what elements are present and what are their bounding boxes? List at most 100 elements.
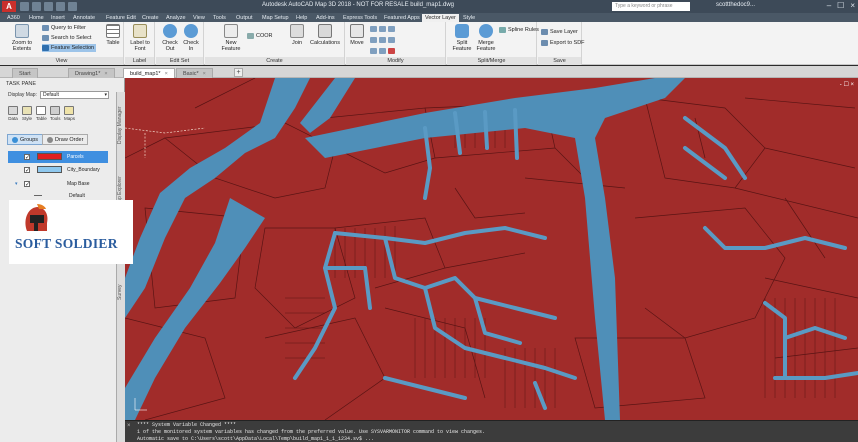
label-font-button[interactable]: Label to Font — [130, 24, 150, 52]
maps-tool[interactable]: Maps — [64, 106, 75, 121]
export-sdf-button[interactable]: Export to SDF — [541, 39, 585, 47]
doc-tab-basic[interactable]: Basic* × — [176, 68, 213, 78]
tools-tool[interactable]: Tools — [50, 106, 61, 121]
style-tool[interactable]: Style — [22, 106, 32, 121]
tab-analyze[interactable]: Analyze — [163, 14, 189, 22]
panel-title-create: Create — [205, 57, 344, 65]
tab-featured-apps[interactable]: Featured Apps — [381, 14, 423, 22]
subdivision-lots — [285, 107, 836, 408]
calculations-button[interactable]: Calculations — [309, 24, 341, 46]
calculator-icon — [318, 24, 332, 38]
doc-tab-build-map1[interactable]: build_map1* × — [123, 68, 175, 78]
spline-rules-button[interactable]: Spline Rules — [499, 26, 539, 34]
tab-create[interactable]: Create — [139, 14, 162, 22]
task-pane-tools: Data Style Table Tools Maps — [8, 106, 75, 121]
tab-output[interactable]: Output — [233, 14, 256, 22]
close-tab-icon[interactable]: × — [165, 71, 168, 77]
search-input[interactable]: Type a keyword or phrase — [612, 2, 690, 11]
command-line[interactable]: × **** System Variable Changed **** 1 of… — [125, 420, 858, 442]
layer-parcels[interactable]: Parcels — [8, 151, 108, 164]
undo-icon[interactable] — [56, 2, 65, 11]
tab-tools[interactable]: Tools — [210, 14, 229, 22]
check-out-button[interactable]: Check Out — [160, 24, 180, 52]
open-icon[interactable] — [32, 2, 41, 11]
water-bodies — [125, 78, 685, 420]
groups-icon — [12, 136, 18, 143]
new-icon[interactable] — [20, 2, 29, 11]
tab-home[interactable]: Home — [26, 14, 47, 22]
feature-selection-button[interactable]: Feature Selection — [42, 44, 97, 52]
layer-city-boundary[interactable]: City_Boundary — [8, 164, 108, 177]
map-base-group[interactable]: ▾ Map Base — [8, 178, 108, 191]
label-icon — [133, 24, 147, 38]
app-menu-button[interactable]: A — [2, 1, 16, 12]
maps-icon — [64, 106, 74, 115]
tools-icon — [50, 106, 60, 115]
zoom-extents-button[interactable]: Zoom to Extents — [4, 24, 40, 52]
doc-tab-drawing1[interactable]: Drawing1* × — [68, 68, 115, 78]
save-icon[interactable] — [44, 2, 53, 11]
groups-tab[interactable]: Groups — [7, 134, 44, 145]
expand-arrow-icon[interactable]: ▾ — [15, 178, 18, 190]
split-icon — [455, 24, 469, 38]
style-icon — [22, 106, 32, 115]
query-to-filter-button[interactable]: Query to Filter — [42, 24, 86, 32]
table-button[interactable]: Table — [104, 24, 122, 46]
tab-style[interactable]: Style — [460, 14, 478, 22]
modify-tools-row2[interactable] — [370, 36, 397, 44]
viewport-controls[interactable]: - ☐ × — [840, 81, 854, 88]
check-out-icon — [163, 24, 177, 38]
layer-visibility-checkbox[interactable] — [24, 152, 30, 164]
helmet-icon — [25, 204, 48, 231]
window-title: Autodesk AutoCAD Map 3D 2018 - NOT FOR R… — [262, 2, 454, 8]
new-tab-button[interactable]: + — [234, 68, 243, 77]
doc-tab-start[interactable]: Start — [12, 68, 38, 78]
layer-swatch — [37, 153, 62, 160]
panel-title-label-feature: Label Feature — [125, 57, 154, 72]
user-account[interactable]: scottthedoc9... — [716, 2, 755, 8]
side-tabs: Display Manager Map Explorer Survey — [116, 92, 125, 442]
close-tab-icon[interactable]: × — [104, 71, 107, 77]
split-feature-button[interactable]: Split Feature — [451, 24, 473, 52]
draw-order-tab[interactable]: Draw Order — [42, 134, 89, 145]
command-history-line: 1 of the monitored system variables has … — [137, 429, 486, 435]
search-to-select-button[interactable]: Search to Select — [42, 34, 91, 42]
save-layer-button[interactable]: Save Layer — [541, 28, 578, 36]
new-feature-button[interactable]: New Feature — [219, 24, 243, 52]
check-in-button[interactable]: Check In — [181, 24, 201, 52]
tab-help[interactable]: Help — [293, 14, 310, 22]
close-icon[interactable]: × — [127, 423, 131, 429]
map-canvas[interactable]: - ☐ × — [125, 78, 858, 420]
tab-a360[interactable]: A360 — [4, 14, 23, 22]
tab-annotate[interactable]: Annotate — [70, 14, 98, 22]
move-icon — [350, 24, 364, 38]
tab-insert[interactable]: Insert — [48, 14, 68, 22]
close-icon[interactable]: × — [850, 1, 855, 10]
data-tool[interactable]: Data — [8, 106, 18, 121]
move-button[interactable]: Move — [348, 24, 366, 46]
modify-tools-row3[interactable] — [370, 47, 397, 55]
minimize-icon[interactable]: – — [827, 1, 831, 10]
tab-express-tools[interactable]: Express Tools — [340, 14, 380, 22]
layer-visibility-checkbox[interactable] — [24, 165, 30, 177]
tab-map-setup[interactable]: Map Setup — [259, 14, 292, 22]
tab-view[interactable]: View — [190, 14, 208, 22]
offset-icon — [388, 36, 395, 43]
maximize-icon[interactable]: ☐ — [837, 1, 844, 10]
search-icon — [42, 34, 49, 41]
modify-tools-row1[interactable] — [370, 25, 397, 33]
tab-add-ins[interactable]: Add-ins — [313, 14, 338, 22]
tab-vector-layer[interactable]: Vector Layer — [422, 14, 459, 22]
redo-icon[interactable] — [68, 2, 77, 11]
coor-dropdown[interactable]: COOR — [247, 32, 273, 40]
join-button[interactable]: Join — [287, 24, 307, 46]
command-history-line: **** System Variable Changed **** — [137, 422, 237, 428]
close-tab-icon[interactable]: × — [203, 71, 206, 77]
merge-feature-button[interactable]: Merge Feature — [475, 24, 497, 52]
display-map-select[interactable]: Default ▾ — [40, 91, 109, 99]
group-visibility-checkbox[interactable] — [24, 179, 30, 191]
table-tool[interactable]: Table — [36, 106, 47, 121]
tab-feature-edit[interactable]: Feature Edit — [103, 14, 139, 22]
break-icon — [379, 47, 386, 54]
soft-soldier-logo: SOFT SOLDIER — [9, 200, 133, 264]
